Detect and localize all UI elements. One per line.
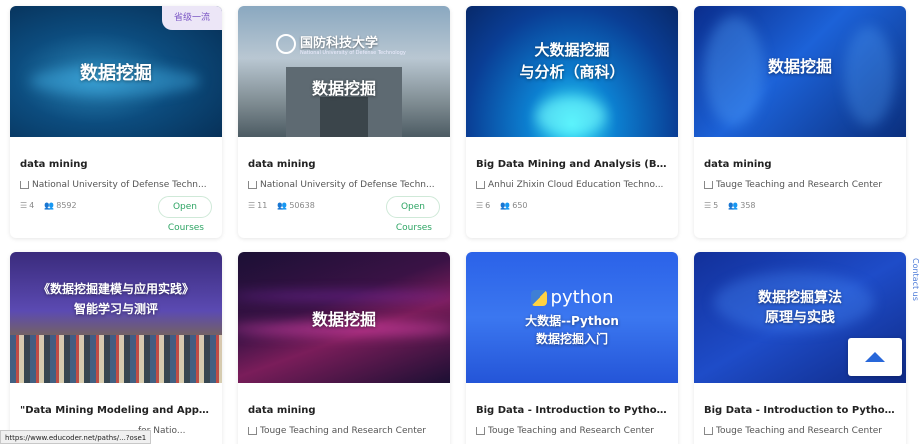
school-name: National University of Defense Techn... <box>32 180 207 190</box>
list-icon: ☰ <box>20 200 28 210</box>
people-icon: 👥 <box>44 200 55 210</box>
school-line: Tauge Teaching and Research Center <box>704 179 896 191</box>
python-word: python <box>550 287 614 308</box>
school-line: Touge Teaching and Research Center <box>704 425 896 437</box>
university-name: 国防科技大学 <box>300 36 379 51</box>
python-icon <box>530 289 547 306</box>
course-thumbnail[interactable]: 数据挖掘 <box>238 252 450 383</box>
list-icon: ☰ <box>704 200 712 210</box>
open-courses-badge-suffix: Courses <box>167 223 204 233</box>
school-name: National University of Defense Techn... <box>260 180 435 190</box>
thumbnail-title: 大数据--Python 数据挖掘入门 <box>525 314 619 346</box>
course-card[interactable]: 数据挖掘 data mining Tauge Teaching and Rese… <box>694 6 906 238</box>
course-title[interactable]: data mining <box>704 159 896 173</box>
building-icon <box>248 181 257 189</box>
course-thumbnail[interactable]: 省级一流 数据挖掘 <box>10 6 222 137</box>
school-line: Touge Teaching and Research Center <box>248 425 440 437</box>
school-name: Touge Teaching and Research Center <box>260 426 426 436</box>
chapter-count: 11 <box>257 200 268 210</box>
school-name: Touge Teaching and Research Center <box>488 426 654 436</box>
course-card[interactable]: 大数据挖掘 与分析（商科） Big Data Mining and Analys… <box>466 6 678 238</box>
thumbnail-title: 《数据挖掘建模与应用实践》 智能学习与测评 <box>37 281 194 316</box>
building-icon <box>20 181 29 189</box>
list-icon: ☰ <box>248 200 256 210</box>
course-thumbnail[interactable]: 数据挖掘 <box>694 6 906 137</box>
thumbnail-title: 数据挖掘 <box>80 62 152 84</box>
thumbnail-title: 大数据挖掘 与分析（商科） <box>519 40 625 81</box>
chapter-count: 5 <box>713 200 719 210</box>
learner-count: 50638 <box>289 200 315 210</box>
learner-count: 8592 <box>56 200 77 210</box>
arrow-up-icon <box>865 352 885 362</box>
course-thumbnail[interactable]: 国防科技大学 National University of Defense Te… <box>238 6 450 137</box>
course-title[interactable]: data mining <box>248 405 440 419</box>
course-title[interactable]: Big Data - Introduction to Python... <box>704 405 896 419</box>
thumbnail-title: 数据挖掘 <box>767 56 832 76</box>
level-badge: 省级一流 <box>162 6 222 30</box>
course-meta: ☰ 5 👥 358 <box>704 199 896 211</box>
school-name: Touge Teaching and Research Center <box>716 426 882 436</box>
course-meta: ☰ 6 👥 650 <box>476 199 668 211</box>
list-icon: ☰ <box>476 200 484 210</box>
building-icon <box>704 181 713 189</box>
course-title[interactable]: Big Data - Introduction to Python... <box>476 405 668 419</box>
building-icon <box>248 427 257 435</box>
school-name: Anhui Zhixin Cloud Education Techno... <box>488 180 664 190</box>
contact-us-tab[interactable]: Contact us <box>908 244 922 314</box>
back-to-top-button[interactable] <box>848 338 902 376</box>
school-line: National University of Defense Techn... <box>248 179 440 191</box>
thumbnail-title: 数据挖掘算法 原理与实践 <box>758 289 842 326</box>
open-courses-badge-suffix: Courses <box>395 223 432 233</box>
course-title[interactable]: data mining <box>248 159 440 173</box>
course-thumbnail[interactable]: 《数据挖掘建模与应用实践》 智能学习与测评 <box>10 252 222 383</box>
course-title[interactable]: Big Data Mining and Analysis (Bu... <box>476 159 668 173</box>
school-line: Touge Teaching and Research Center <box>476 425 668 437</box>
university-name-en: National University of Defense Technolog… <box>300 50 406 56</box>
course-card[interactable]: 省级一流 数据挖掘 data mining National Universit… <box>10 6 222 238</box>
status-bar-url: https://www.educoder.net/paths/...?ose1 <box>0 430 152 444</box>
open-courses-badge: Open <box>158 196 212 218</box>
chapter-count: 4 <box>29 200 35 210</box>
thumbnail-title: 数据挖掘 <box>311 78 376 98</box>
course-card[interactable]: python 大数据--Python 数据挖掘入门 Big Data - Int… <box>466 252 678 444</box>
school-line: National University of Defense Techn... <box>20 179 212 191</box>
crowd-photo <box>10 335 222 383</box>
learner-count: 650 <box>512 200 528 210</box>
people-icon: 👥 <box>728 200 739 210</box>
thumbnail-title: 数据挖掘 <box>311 309 376 329</box>
learner-count: 358 <box>740 200 756 210</box>
course-thumbnail[interactable]: 大数据挖掘 与分析（商科） <box>466 6 678 137</box>
people-icon: 👥 <box>500 200 511 210</box>
course-thumbnail[interactable]: python 大数据--Python 数据挖掘入门 <box>466 252 678 383</box>
school-name: Tauge Teaching and Research Center <box>716 180 883 190</box>
course-card[interactable]: 《数据挖掘建模与应用实践》 智能学习与测评 "Data Mining Model… <box>10 252 222 444</box>
python-logo: python <box>530 287 614 308</box>
course-title[interactable]: data mining <box>20 159 212 173</box>
course-title[interactable]: "Data Mining Modeling and Appl... <box>20 405 212 419</box>
building-icon <box>704 427 713 435</box>
building-icon <box>476 427 485 435</box>
building-icon <box>476 181 485 189</box>
course-card[interactable]: 数据挖掘 data mining Touge Teaching and Rese… <box>238 252 450 444</box>
people-icon: 👥 <box>277 200 288 210</box>
open-courses-badge: Open <box>386 196 440 218</box>
course-card[interactable]: 国防科技大学 National University of Defense Te… <box>238 6 450 238</box>
university-logo-icon <box>276 34 296 54</box>
school-line: Anhui Zhixin Cloud Education Techno... <box>476 179 668 191</box>
chapter-count: 6 <box>485 200 491 210</box>
